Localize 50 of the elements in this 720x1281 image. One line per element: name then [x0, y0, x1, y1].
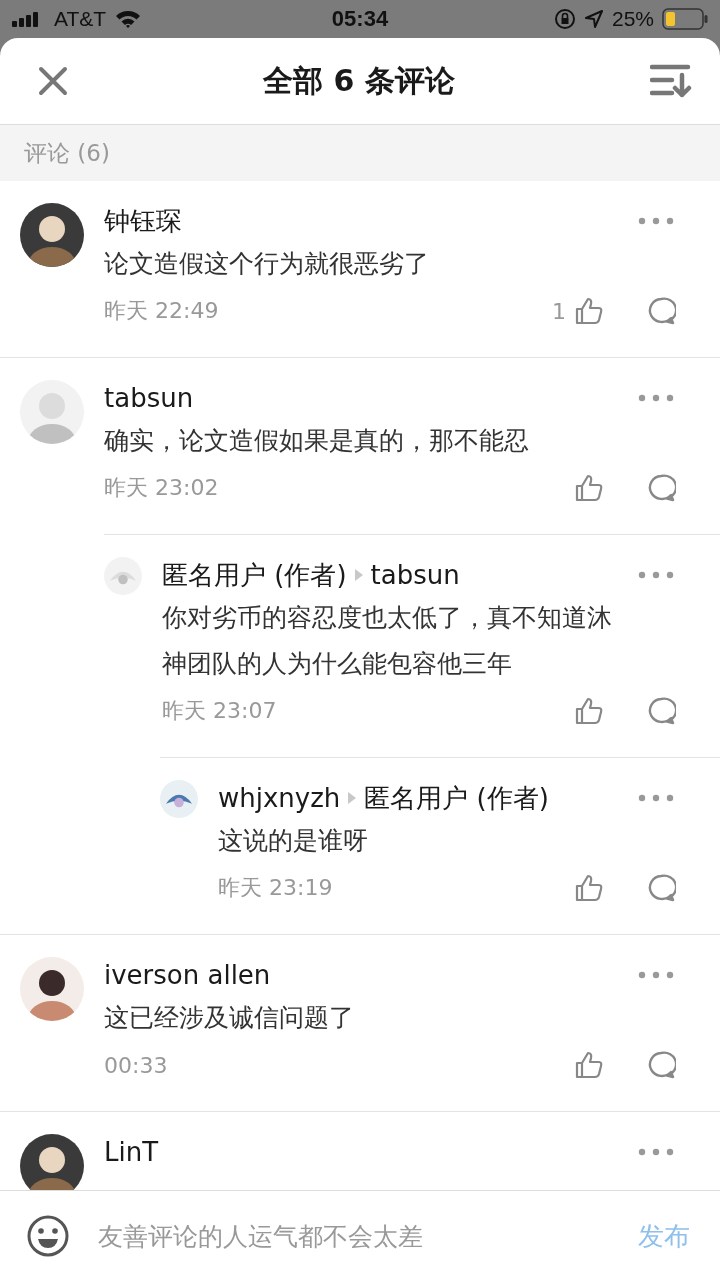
comment-bubble-icon[interactable] — [646, 696, 676, 726]
reply-target-name[interactable]: tabsun — [370, 560, 460, 590]
user-name[interactable]: 钟钰琛 — [104, 203, 182, 239]
location-arrow-icon — [583, 9, 604, 29]
more-icon[interactable] — [638, 794, 674, 802]
user-name[interactable]: tabsun — [104, 383, 194, 413]
comment-text: 你对劣币的容忍度也太低了，真不知道沐神团队的人为什么能包容他三年 — [162, 602, 613, 680]
thumbs-up-icon[interactable] — [574, 1050, 604, 1080]
comment-text: 这说的是谁呀 — [218, 825, 369, 857]
clock-time: 05:34 — [331, 6, 389, 32]
comment-bubble-icon[interactable] — [646, 1050, 676, 1080]
more-icon[interactable] — [638, 1148, 674, 1156]
emoji-icon[interactable] — [26, 1214, 70, 1258]
comment-time: 昨天 23:19 — [218, 874, 334, 902]
close-icon[interactable] — [38, 66, 68, 96]
reply-arrow-icon — [354, 569, 363, 581]
more-icon[interactable] — [638, 971, 674, 979]
comment-time: 昨天 22:49 — [104, 297, 220, 325]
like-count: 1 — [552, 298, 566, 324]
comment-text: 论文造假这个行为就很恶劣了 — [104, 248, 430, 280]
user-name[interactable]: whjxnyzh — [218, 783, 341, 813]
carrier-name: AT&T — [54, 7, 107, 31]
comment-time: 昨天 23:02 — [104, 474, 220, 502]
more-icon[interactable] — [638, 571, 674, 579]
wifi-icon — [114, 9, 143, 29]
thumbs-up-icon[interactable] — [574, 296, 604, 326]
comment-bubble-icon[interactable] — [646, 296, 676, 326]
thumbs-up-icon[interactable] — [574, 873, 604, 903]
rotation-lock-icon — [553, 8, 576, 30]
sort-icon[interactable] — [650, 63, 692, 99]
battery-icon — [662, 8, 708, 30]
thumbs-up-icon[interactable] — [574, 696, 604, 726]
comment-time: 00:33 — [104, 1052, 169, 1078]
comment-text: 确实，论文造假如果是真的，那不能忍 — [104, 425, 530, 457]
more-icon[interactable] — [638, 217, 674, 225]
more-icon[interactable] — [638, 394, 674, 402]
reply-target-name[interactable]: 匿名用户 (作者) — [364, 780, 549, 816]
reply-arrow-icon — [348, 792, 357, 804]
user-name[interactable]: LinT — [104, 1137, 159, 1167]
header-title: 全部 6 条评论 — [263, 61, 455, 100]
user-name[interactable]: 匿名用户 (作者) — [162, 557, 347, 593]
comment-bubble-icon[interactable] — [646, 873, 676, 903]
section-label: 评论 (6) — [24, 138, 110, 168]
thumbs-up-icon[interactable] — [574, 473, 604, 503]
comment-input[interactable]: 友善评论的人运气都不会太差 — [96, 1220, 612, 1252]
comment-bubble-icon[interactable] — [646, 473, 676, 503]
comment-text: 这已经涉及诚信问题了 — [104, 1002, 355, 1034]
comment-time: 昨天 23:07 — [162, 697, 278, 725]
user-name[interactable]: iverson allen — [104, 960, 271, 990]
battery-percent: 25% — [611, 7, 654, 31]
